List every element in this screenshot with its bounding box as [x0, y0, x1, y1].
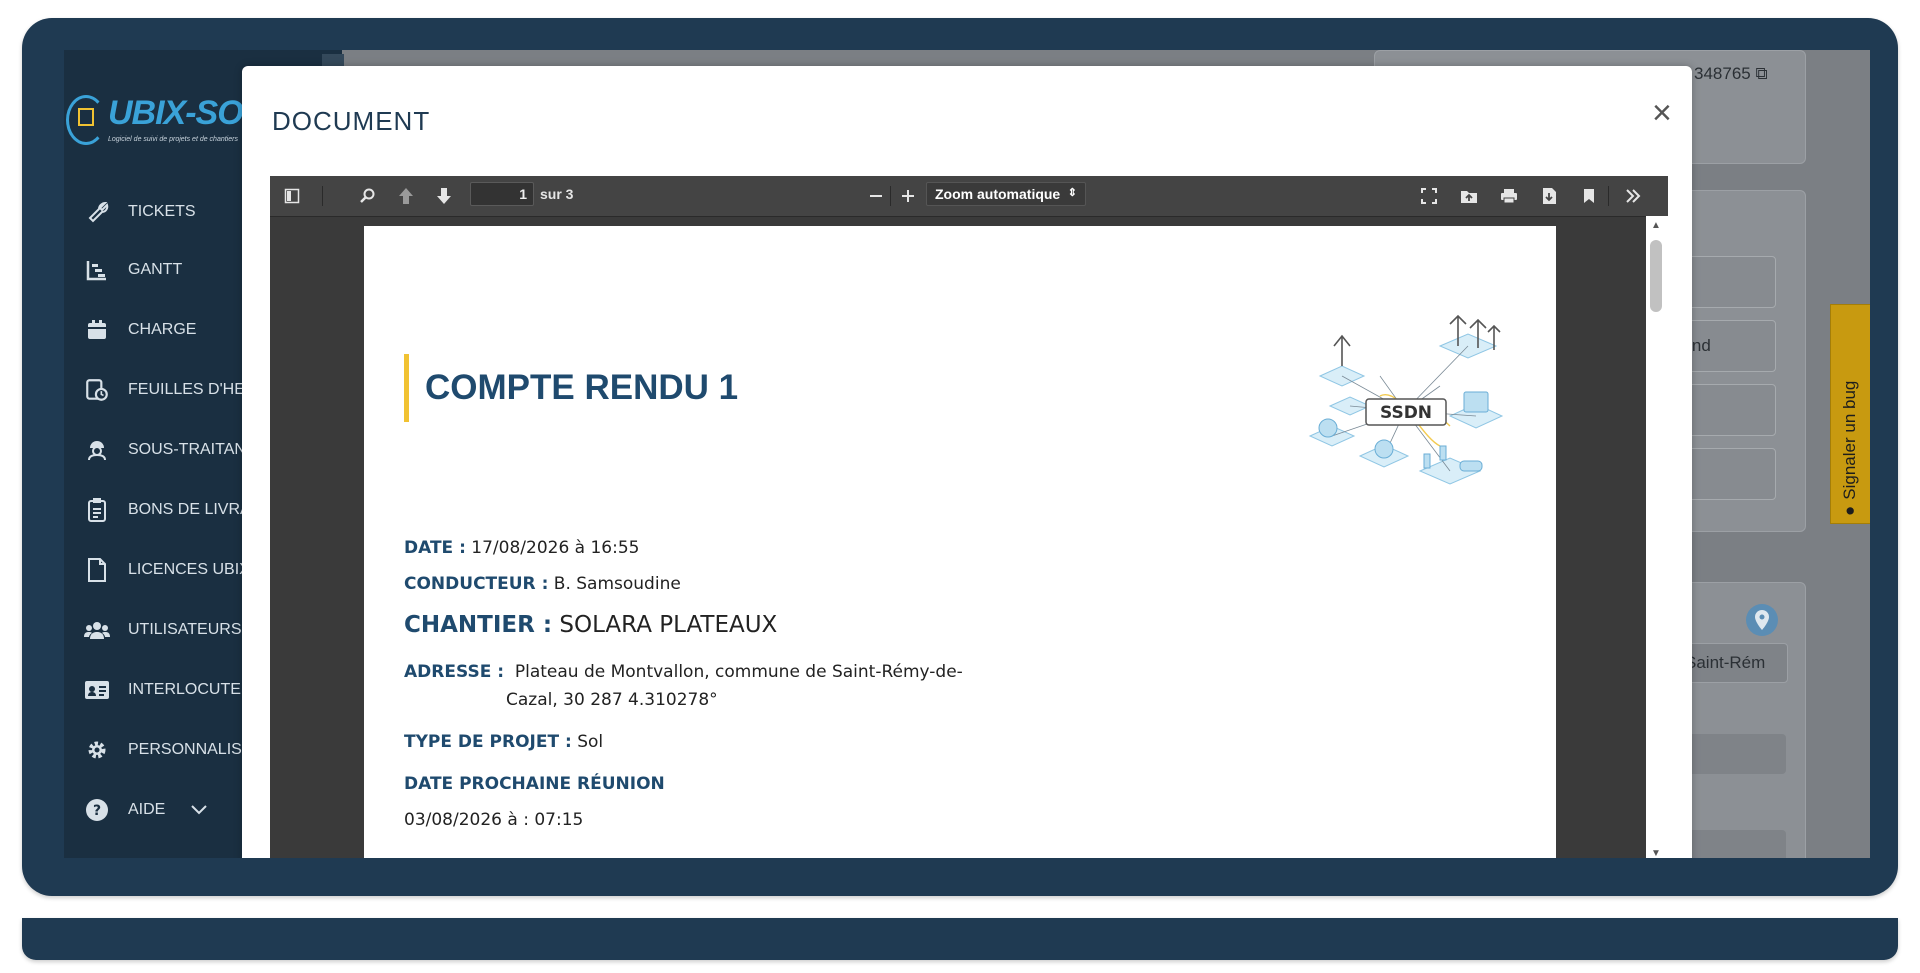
- download-icon[interactable]: [1536, 182, 1562, 210]
- id-card-icon: [82, 675, 112, 705]
- ssdn-logo-text: SSDN: [1380, 403, 1432, 423]
- toolbar-separator: [890, 186, 891, 206]
- logo-box-icon: [78, 108, 94, 126]
- close-icon[interactable]: ×: [1652, 96, 1672, 130]
- pdf-viewer: 1 sur 3 Zoom automatique ⇕ COMPTE RENDU 1: [270, 176, 1668, 858]
- sidebar-toggle-icon[interactable]: [280, 182, 304, 210]
- clipboard-icon: [82, 495, 112, 525]
- sidebar-item-label: GANTT: [128, 261, 183, 278]
- open-file-icon[interactable]: [1456, 182, 1482, 210]
- sidebar-item-label: AIDE: [128, 801, 166, 818]
- worker-icon: [82, 435, 112, 465]
- scroll-up-icon[interactable]: ▲: [1651, 220, 1661, 231]
- type-projet-field: TYPE DE PROJET : Sol: [404, 732, 604, 752]
- toolbar-separator: [322, 186, 323, 206]
- map-pin-icon[interactable]: [1746, 604, 1778, 636]
- document-modal: DOCUMENT × 1 sur 3 Zoom automatique ⇕ CO…: [242, 66, 1692, 858]
- sidebar-item-label: UTILISATEURS: [128, 621, 242, 638]
- sidebar-item-label: LICENCES UBIX: [128, 561, 250, 578]
- chevron-down-icon[interactable]: [191, 802, 208, 818]
- previous-page-icon[interactable]: [394, 182, 418, 210]
- zoom-select[interactable]: Zoom automatique ⇕: [926, 182, 1086, 206]
- report-bug-label: ● Signaler un bug: [1840, 380, 1859, 516]
- adresse-line-2: Cazal, 30 287 4.310278°: [506, 690, 718, 710]
- pdf-page: COMPTE RENDU 1 SSDN DATE: 17/08/2026 à …: [364, 226, 1556, 858]
- logo-subtitle: Logiciel de suivi de projets et de chant…: [108, 136, 238, 143]
- next-page-icon[interactable]: [432, 182, 456, 210]
- toolbar-separator: [1608, 186, 1609, 206]
- file-icon: [82, 555, 112, 585]
- address-chip[interactable]: Saint-Rém: [1684, 643, 1788, 683]
- wrench-icon: [82, 197, 112, 227]
- calendar-icon: [82, 315, 112, 345]
- help-icon: ?: [82, 795, 112, 825]
- scroll-thumb[interactable]: [1650, 240, 1662, 312]
- pdf-toolbar: 1 sur 3 Zoom automatique ⇕: [270, 176, 1668, 217]
- chat-icon: ●: [1840, 505, 1859, 516]
- bookmark-icon[interactable]: [1576, 182, 1602, 210]
- fullscreen-icon[interactable]: [1416, 182, 1442, 210]
- timesheet-icon: [82, 375, 112, 405]
- print-icon[interactable]: [1496, 182, 1522, 210]
- scroll-down-icon[interactable]: ▼: [1651, 848, 1661, 858]
- chantier-field: CHANTIER : SOLARA PLATEAUX: [404, 612, 778, 638]
- copy-icon[interactable]: ⧉: [1755, 64, 1767, 83]
- next-meeting-value: 03/08/2026 à : 07:15: [404, 810, 584, 830]
- heading-accent: COMPTE RENDU 1: [404, 354, 738, 422]
- gantt-icon: [82, 255, 112, 285]
- sidebar-item-label: TICKETS: [128, 203, 196, 220]
- pdf-scrollbar[interactable]: ▲ ▼: [1646, 216, 1668, 858]
- page-number-input[interactable]: 1: [470, 182, 534, 206]
- ssdn-network-illustration: SSDN: [1308, 314, 1504, 485]
- document-heading: COMPTE RENDU 1: [425, 368, 739, 407]
- users-icon: [82, 615, 112, 645]
- adresse-field: ADRESSE : Plateau de Montvallon, commune…: [404, 662, 963, 682]
- select-arrows-icon: ⇕: [1067, 187, 1077, 199]
- modal-title: DOCUMENT: [272, 106, 431, 136]
- zoom-out-icon[interactable]: [864, 182, 888, 210]
- zoom-in-icon[interactable]: [896, 182, 920, 210]
- reference-number: 348765 ⧉: [1694, 64, 1768, 83]
- laptop-base: [22, 918, 1898, 960]
- conducteur-field: CONDUCTEUR : B. Samsoudine: [404, 574, 681, 594]
- next-meeting-label: DATE PROCHAINE RÉUNION: [404, 774, 665, 794]
- search-icon[interactable]: [356, 182, 380, 210]
- gear-icon: [82, 735, 112, 765]
- sidebar-item-label: CHARGE: [128, 321, 197, 338]
- svg-text:?: ?: [93, 803, 101, 819]
- tools-menu-icon[interactable]: [1620, 182, 1646, 210]
- app-screen: UBIX-SOFT Logiciel de suivi de projets e…: [64, 50, 1870, 858]
- report-bug-tab[interactable]: ● Signaler un bug: [1830, 304, 1870, 524]
- background-field: [1684, 830, 1786, 858]
- background-field: [1684, 734, 1786, 774]
- page-count: sur 3: [540, 186, 574, 202]
- date-field: DATE : 17/08/2026 à 16:55: [404, 538, 640, 558]
